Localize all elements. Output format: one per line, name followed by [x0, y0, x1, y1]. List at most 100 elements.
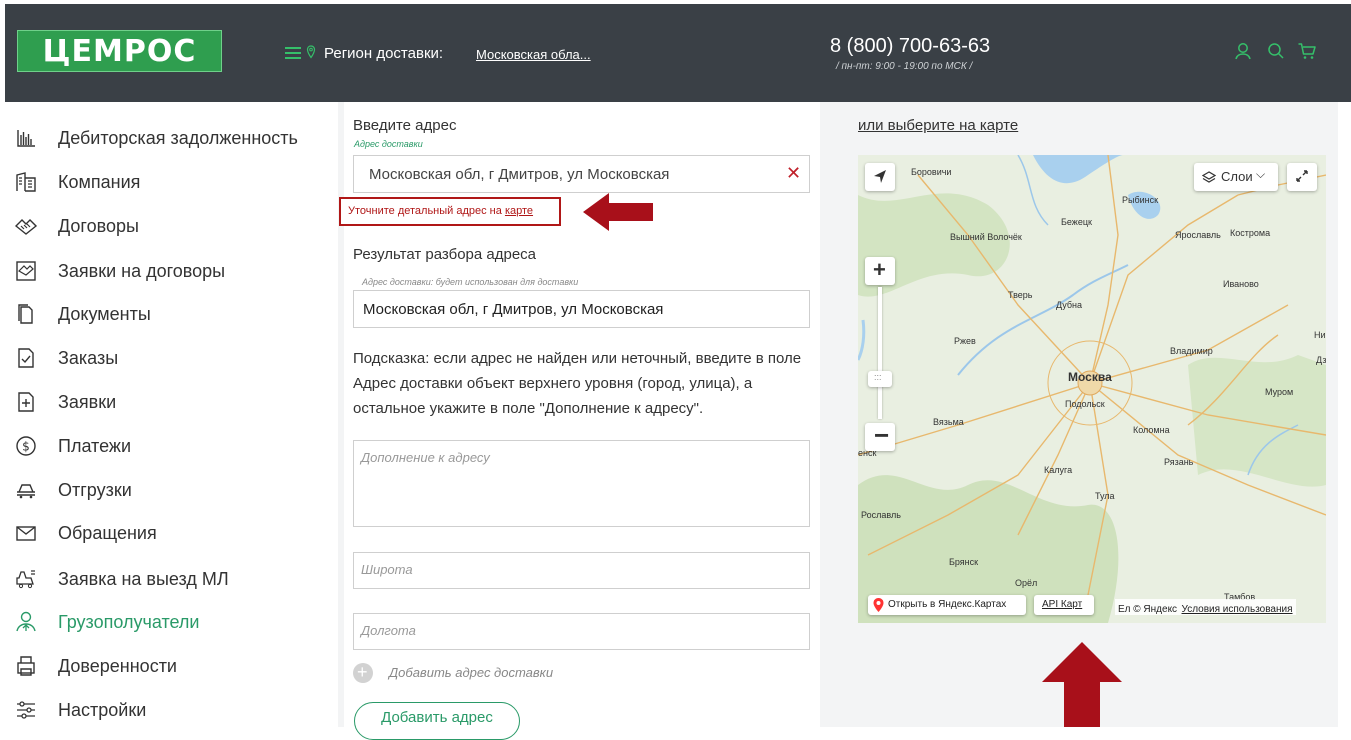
hint-line-1: Подсказка: если адрес не найден или нето… [353, 350, 802, 367]
longitude-placeholder: Долгота [361, 623, 416, 638]
open-yandex-label: Открыть в Яндекс.Картах [888, 599, 1007, 610]
sidebar-item-shipments[interactable]: Отгрузки [14, 475, 132, 505]
sidebar-item-contracts[interactable]: Договоры [14, 211, 139, 241]
settings-icon [17, 701, 35, 719]
latitude-placeholder: Широта [361, 562, 413, 577]
sidebar-item-power-of-attorney[interactable]: Доверенности [14, 651, 177, 681]
city-label: Иваново [1223, 279, 1259, 289]
city-label: Владимир [1170, 346, 1213, 356]
layers-button[interactable]: Слои ⌵ [1194, 163, 1278, 191]
result-field-caption: Адрес доставки: будет использован для до… [362, 277, 579, 287]
add-delivery-address-link[interactable]: Добавить адрес доставки [389, 665, 553, 680]
mail-icon [16, 526, 36, 541]
city-label: Ржев [954, 336, 976, 346]
city-label: Дз [1316, 355, 1326, 365]
cart-icon[interactable] [1297, 41, 1317, 61]
hint-line-3: остальное укажите в поле "Дополнение к а… [353, 400, 704, 417]
layers-label: Слои [1221, 169, 1253, 184]
city-label: Калуга [1044, 465, 1073, 475]
yandex-map[interactable]: Боровичи Рыбинск Бежецк Вышний Волочёк Я… [858, 155, 1326, 623]
payment-icon: $ [16, 436, 36, 456]
sidebar-item-label: Обращения [58, 522, 157, 543]
result-address-value: Московская обл, г Дмитров, ул Московская [363, 301, 664, 318]
sidebar-item-settings[interactable]: Настройки [14, 695, 146, 725]
zoom-out-button[interactable]: − [865, 420, 895, 451]
city-label: Ни [1314, 330, 1326, 340]
city-label: Кострома [1230, 228, 1271, 238]
sidebar-item-recipients[interactable]: Грузополучатели [14, 607, 199, 637]
sidebar-item-receivables[interactable]: Дебиторская задолженность [14, 123, 298, 153]
api-maps-link[interactable]: API Карт [1034, 595, 1094, 615]
terms-link[interactable]: Условия использования [1182, 604, 1293, 615]
sidebar-item-payments[interactable]: $ Платежи [14, 431, 131, 461]
user-icon[interactable] [1233, 41, 1253, 61]
sidebar-item-orders[interactable]: Заказы [14, 343, 118, 373]
vehicle-icon [16, 570, 35, 589]
add-address-button[interactable]: Добавить адрес [354, 702, 520, 740]
latitude-input[interactable]: Широта [353, 552, 810, 589]
city-label: Тула [1095, 491, 1115, 501]
working-hours: / пн-пт: 9:00 - 19:00 по МСК / [836, 61, 973, 72]
region-label: Регион доставки: [324, 45, 444, 62]
location-pin-icon [306, 45, 316, 59]
sidebar-item-label: Отгрузки [58, 479, 132, 500]
building-icon [16, 172, 36, 192]
zoom-slider-handle[interactable]: ::: [868, 371, 892, 387]
document-icon [18, 304, 33, 324]
address-section-title: Введите адрес [353, 117, 457, 134]
city-label: Рязань [1164, 457, 1194, 467]
supplement-placeholder: Дополнение к адресу [361, 450, 490, 465]
city-label: Дубна [1056, 300, 1083, 310]
city-label: Брянск [949, 557, 979, 567]
city-label: Муром [1265, 387, 1294, 397]
sidebar-item-contract-requests[interactable]: Заявки на договоры [14, 256, 225, 286]
search-icon[interactable] [1266, 41, 1286, 61]
sidebar-item-appeals[interactable]: Обращения [14, 518, 157, 548]
chevron-down-icon: ⌵ [1256, 167, 1266, 181]
clear-icon[interactable]: ✕ [786, 163, 801, 184]
error-map-link[interactable]: карте [505, 205, 533, 217]
city-label: Бежецк [1061, 217, 1092, 227]
sidebar-item-label: Заказы [58, 347, 119, 368]
open-in-yandex-button[interactable]: Открыть в Яндекс.Картах [868, 595, 1026, 615]
geolocation-button[interactable] [865, 163, 895, 191]
sidebar-item-company[interactable]: Компания [14, 167, 140, 197]
expand-icon [1296, 170, 1308, 182]
city-label: Тверь [1008, 290, 1033, 300]
zoom-in-button[interactable]: + [865, 257, 895, 285]
contract-request-icon [16, 261, 36, 281]
red-arrow-up-icon [1042, 642, 1122, 727]
choose-on-map-link[interactable]: или выберите на карте [858, 117, 1018, 134]
result-address-field[interactable]: Московская обл, г Дмитров, ул Московская [353, 290, 810, 328]
region-selector[interactable]: Московская обла... [476, 47, 591, 62]
phone-number[interactable]: 8 (800) 700-63-63 [830, 35, 990, 58]
fullscreen-button[interactable] [1287, 163, 1317, 191]
address-error-message: Уточните детальный адрес на карте [339, 197, 561, 226]
plus-icon: + [873, 257, 886, 282]
minus-icon: − [874, 420, 890, 450]
hamburger-menu-icon[interactable] [285, 47, 301, 59]
printer-icon [17, 656, 35, 676]
add-delivery-plus-icon[interactable]: + [353, 662, 373, 683]
truck-icon [17, 484, 35, 499]
sidebar-item-documents[interactable]: Документы [14, 299, 151, 329]
logo[interactable]: ЦЕМРОС [17, 30, 222, 72]
address-input-value: Московская обл, г Дмитров, ул Московская [369, 166, 670, 183]
address-field-caption: Адрес доставки [354, 139, 423, 149]
sidebar-item-requests[interactable]: Заявки [14, 387, 116, 417]
sidebar-item-label: Доверенности [58, 655, 177, 676]
address-input[interactable]: Московская обл, г Дмитров, ул Московская… [353, 155, 810, 193]
city-label: Боровичи [911, 167, 952, 177]
logo-text: ЦЕМРОС [42, 33, 197, 69]
supplement-textarea[interactable]: Дополнение к адресу [353, 440, 810, 527]
sidebar-item-ml-visit[interactable]: Заявка на выезд МЛ [14, 564, 229, 594]
city-label: Рославль [861, 510, 901, 520]
city-label: Рыбинск [1122, 195, 1159, 205]
zoom-slider-track[interactable] [878, 287, 882, 419]
city-label: Орёл [1015, 578, 1038, 588]
sidebar-item-label: Грузополучатели [58, 611, 200, 632]
error-text: Уточните детальный адрес на карте [348, 205, 534, 217]
sidebar-item-label: Заявки [58, 391, 117, 412]
longitude-input[interactable]: Долгота [353, 613, 810, 650]
navigation-arrow-icon [874, 170, 886, 183]
